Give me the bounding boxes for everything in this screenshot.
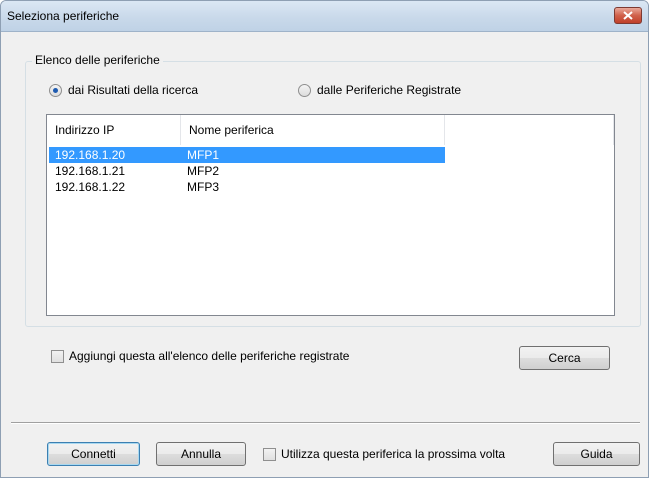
help-button[interactable]: Guida	[553, 442, 640, 466]
close-button[interactable]	[614, 7, 642, 24]
group-label: Elenco delle periferiche	[32, 53, 163, 67]
cell-name: MFP3	[187, 180, 220, 194]
title-bar[interactable]: Seleziona periferiche	[1, 1, 648, 32]
table-row[interactable]: 192.168.1.22 MFP3	[49, 179, 445, 195]
column-header-name[interactable]: Nome periferica	[181, 115, 445, 145]
use-next-time-checkbox[interactable]	[263, 447, 276, 461]
footer-separator	[11, 422, 640, 424]
table-row[interactable]: 192.168.1.20 MFP1	[49, 147, 445, 163]
device-list-header: Indirizzo IP Nome periferica	[47, 115, 614, 145]
cell-ip: 192.168.1.22	[55, 180, 126, 194]
add-to-registered-option[interactable]: Aggiungi questa all'elenco delle perifer…	[51, 349, 349, 363]
cell-ip: 192.168.1.20	[55, 148, 126, 162]
radio-registered-indicator[interactable]	[298, 83, 311, 97]
close-icon	[623, 11, 633, 20]
add-to-registered-checkbox[interactable]	[51, 349, 64, 363]
search-button[interactable]: Cerca	[519, 346, 610, 370]
cell-name: MFP1	[187, 148, 220, 162]
column-header-ip[interactable]: Indirizzo IP	[47, 115, 181, 145]
dialog-window: Seleziona periferiche Elenco delle perif…	[0, 0, 649, 478]
table-row[interactable]: 192.168.1.21 MFP2	[49, 163, 445, 179]
radio-registered-devices[interactable]: dalle Periferiche Registrate	[298, 83, 461, 97]
cell-name: MFP2	[187, 164, 220, 178]
radio-registered-label: dalle Periferiche Registrate	[317, 83, 462, 97]
connect-button[interactable]: Connetti	[47, 442, 140, 466]
device-list[interactable]: Indirizzo IP Nome periferica 192.168.1.2…	[46, 114, 615, 316]
column-header-empty	[445, 115, 614, 145]
use-next-time-label: Utilizza questa periferica la prossima v…	[281, 447, 506, 461]
radio-search-indicator[interactable]	[49, 83, 62, 97]
cancel-button[interactable]: Annulla	[156, 442, 246, 466]
add-to-registered-label: Aggiungi questa all'elenco delle perifer…	[69, 349, 350, 363]
radio-search-label: dai Risultati della ricerca	[68, 83, 199, 97]
window-title: Seleziona periferiche	[7, 9, 120, 23]
use-next-time-option[interactable]: Utilizza questa periferica la prossima v…	[263, 447, 505, 461]
cell-ip: 192.168.1.21	[55, 164, 126, 178]
radio-search-results[interactable]: dai Risultati della ricerca	[49, 83, 198, 97]
